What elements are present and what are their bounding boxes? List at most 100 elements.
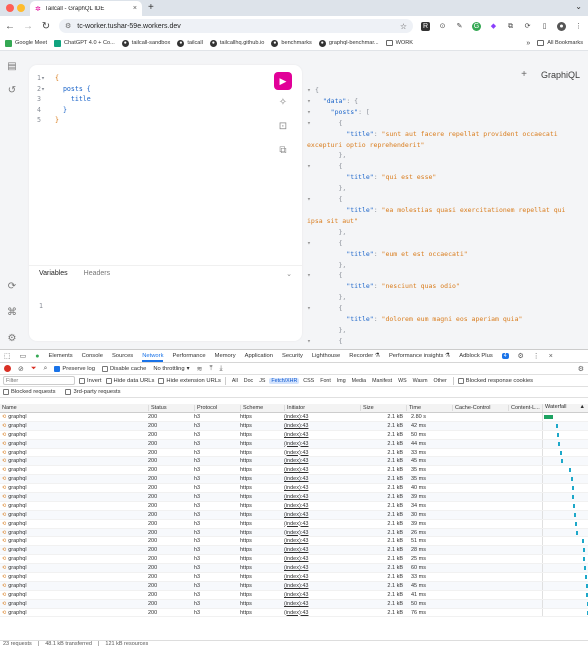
fold-chevron-icon[interactable]: ▾ (307, 238, 315, 249)
export-har-icon[interactable]: ⤓ (220, 365, 223, 373)
table-row[interactable]: ⟲ graphql 200 h3 https (index):43 2.1 kB 76 ms (0, 608, 588, 618)
extension-icon-3[interactable]: ✎ (455, 22, 464, 31)
devtools-menu-icon[interactable]: ⋮ (533, 352, 540, 360)
bookmark-chatgpt[interactable]: ChatGPT 4.0 + Co... (54, 39, 115, 47)
request-name-cell[interactable]: ⟲ graphql (0, 547, 148, 553)
bookmarks-overflow-icon[interactable]: » (526, 40, 530, 47)
network-settings-icon[interactable]: ⚙ (578, 365, 584, 373)
history-icon[interactable]: ↺ (6, 85, 18, 96)
tab-variables[interactable]: Variables (39, 270, 68, 277)
side-panel-icon[interactable]: ▯ (540, 22, 549, 31)
column-header-waterfall[interactable]: Waterfall ▲ (542, 404, 588, 412)
bookmark-star-icon[interactable]: ☆ (400, 22, 407, 31)
extension-icon-1[interactable]: R (421, 21, 430, 31)
type-filter-chip[interactable]: Manifest (370, 378, 394, 384)
add-tab-button[interactable]: + (521, 69, 527, 80)
initiator-link[interactable]: (index):43 (284, 432, 360, 438)
merge-fragments-icon[interactable]: ⊡ (277, 121, 289, 132)
fold-chevron-icon[interactable]: ▾ (307, 303, 315, 314)
table-row[interactable]: ⟲ graphql 200 h3 https (index):43 2.1 kB 26 ms (0, 528, 588, 538)
request-name-cell[interactable]: ⟲ graphql (0, 494, 148, 500)
column-header-protocol[interactable]: Protocol (194, 405, 240, 411)
devtools-tab[interactable]: Application (245, 353, 273, 359)
initiator-link[interactable]: (index):43 (284, 458, 360, 464)
table-row[interactable]: ⟲ graphql 200 h3 https (index):43 2.1 kB 25 ms (0, 555, 588, 565)
type-filter-chip[interactable]: Media (350, 378, 368, 384)
table-row[interactable]: ⟲ graphql 200 h3 https (index):43 2.1 kB 44 ms (0, 439, 588, 449)
devtools-tab[interactable]: Lighthouse (312, 353, 340, 359)
issues-badge[interactable]: 4 (501, 353, 509, 359)
bookmark-tailcall[interactable]: ● tailcall (177, 39, 203, 47)
table-row[interactable]: ⟲ graphql 200 h3 https (index):43 2.1 kB 35 ms (0, 466, 588, 476)
fold-chevron-icon[interactable]: ▾ (307, 270, 315, 281)
table-row[interactable]: ⟲ graphql 200 h3 https (index):43 2.1 kB 39 ms (0, 519, 588, 529)
network-conditions-icon[interactable]: ≋ (197, 365, 203, 373)
request-name-cell[interactable]: ⟲ graphql (0, 538, 148, 544)
back-button[interactable]: ← (5, 21, 15, 32)
url-text[interactable]: tc-worker.tushar-59e.workers.dev (77, 23, 394, 30)
initiator-link[interactable]: (index):43 (284, 592, 360, 598)
reload-button[interactable]: ↻ (41, 21, 51, 32)
request-name-cell[interactable]: ⟲ graphql (0, 583, 148, 589)
fold-chevron-icon[interactable]: ▾ (307, 118, 315, 129)
inspect-element-icon[interactable]: ⬚ (4, 352, 11, 360)
forward-button[interactable]: → (23, 21, 33, 32)
initiator-link[interactable]: (index):43 (284, 414, 360, 420)
table-row[interactable]: ⟲ graphql 200 h3 https (index):43 2.1 kB 45 ms (0, 581, 588, 591)
chevron-down-icon[interactable]: ⌄ (286, 270, 292, 278)
fold-chevron-icon[interactable]: ▾ (307, 96, 315, 107)
request-name-cell[interactable]: ⟲ graphql (0, 512, 148, 518)
variables-editor[interactable]: 1 (39, 301, 43, 312)
request-name-cell[interactable]: ⟲ graphql (0, 432, 148, 438)
table-row[interactable]: ⟲ graphql 200 h3 https (index):43 2.1 kB 33 ms (0, 573, 588, 582)
table-row[interactable]: ⟲ graphql 200 h3 https (index):43 2.1 kB 39 ms (0, 493, 588, 502)
extension-icon-2[interactable]: ⊙ (438, 22, 447, 31)
type-filter-chip[interactable]: WS (396, 378, 409, 384)
downloads-icon[interactable]: ⟳ (523, 22, 532, 31)
request-name-cell[interactable]: ⟲ graphql (0, 503, 148, 509)
type-filter-chip[interactable]: Fetch/XHR (269, 377, 300, 384)
request-name-cell[interactable]: ⟲ graphql (0, 521, 148, 527)
docs-explorer-icon[interactable]: ▤ (6, 61, 18, 72)
request-name-cell[interactable]: ⟲ graphql (0, 485, 148, 491)
search-icon[interactable]: ⌕ (43, 365, 47, 373)
request-name-cell[interactable]: ⟲ graphql (0, 458, 148, 464)
request-name-cell[interactable]: ⟲ graphql (0, 592, 148, 598)
request-name-cell[interactable]: ⟲ graphql (0, 574, 148, 580)
address-bar[interactable]: ⚙ tc-worker.tushar-59e.workers.dev ☆ (59, 19, 413, 33)
request-name-cell[interactable]: ⟲ graphql (0, 476, 148, 482)
tab-close-icon[interactable]: × (133, 5, 137, 12)
run-query-button[interactable]: ▶ (274, 72, 292, 90)
fold-chevron-icon[interactable]: ▾ (307, 336, 315, 347)
fold-chevron-icon[interactable]: ▾ (307, 161, 315, 172)
table-row[interactable]: ⟲ graphql 200 h3 https (index):43 2.1 kB 30 ms (0, 510, 588, 520)
window-minimize-button[interactable] (17, 4, 25, 12)
table-row[interactable]: ⟲ graphql 200 h3 https (index):43 2.1 kB 60 ms (0, 564, 588, 574)
table-row[interactable]: ⟲ graphql 200 h3 https (index):43 2.1 kB 35 ms (0, 475, 588, 485)
bookmark-google-meet[interactable]: Google Meet (5, 39, 47, 47)
initiator-link[interactable]: (index):43 (284, 512, 360, 518)
type-filter-chip[interactable]: Font (318, 378, 333, 384)
table-row[interactable]: ⟲ graphql 200 h3 https (index):43 2.1 kB 42 ms (0, 421, 588, 431)
table-row[interactable]: ⟲ graphql 200 h3 https (index):43 2.1 kB 50 ms (0, 430, 588, 440)
request-name-cell[interactable]: ⟲ graphql (0, 610, 148, 616)
table-row[interactable]: ⟲ graphql 200 h3 https (index):43 2.1 kB 33 ms (0, 448, 588, 458)
import-har-icon[interactable]: ⤒ (209, 365, 212, 373)
clear-icon[interactable]: ⊘ (18, 365, 24, 373)
all-bookmarks-button[interactable]: All Bookmarks (537, 40, 583, 46)
window-close-button[interactable] (6, 4, 14, 12)
invert-checkbox[interactable]: Invert (79, 377, 102, 384)
devtools-settings-icon[interactable]: ⚙ (518, 352, 524, 360)
tab-search-icon[interactable]: ⌄ (575, 2, 582, 11)
request-name-cell[interactable]: ⟲ graphql (0, 450, 148, 456)
column-header-status[interactable]: Status (148, 405, 194, 411)
table-row[interactable]: ⟲ graphql 200 h3 https (index):43 2.1 kB 50 ms (0, 599, 588, 609)
devtools-tab[interactable]: Console (82, 353, 103, 359)
column-header-content-length[interactable]: Content-L... (508, 405, 542, 411)
bookmark-work-folder[interactable]: WORK (385, 40, 413, 46)
initiator-link[interactable]: (index):43 (284, 467, 360, 473)
devtools-tab[interactable]: Recorder ⚗ (349, 353, 380, 359)
record-icon[interactable] (4, 365, 11, 372)
initiator-link[interactable]: (index):43 (284, 565, 360, 571)
request-name-cell[interactable]: ⟲ graphql (0, 601, 148, 607)
